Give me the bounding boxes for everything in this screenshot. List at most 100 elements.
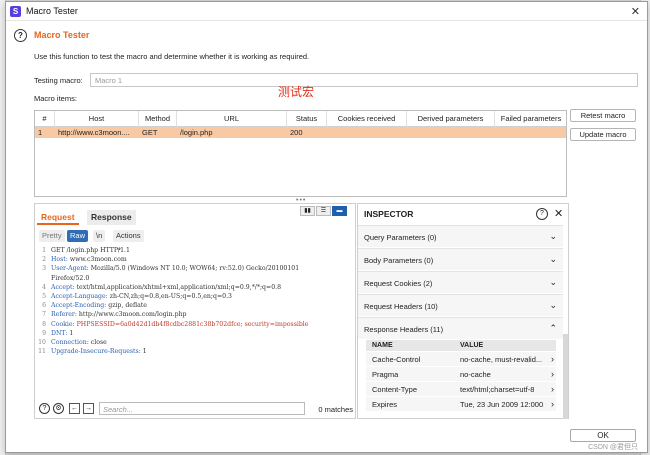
request-pane: Request Response ▮▮ ☰ ▬ Pretty Raw \n Ac…	[34, 203, 356, 419]
close-icon[interactable]: ✕	[631, 5, 640, 18]
testing-macro-field[interactable]: Macro 1	[90, 73, 638, 87]
header-name: Expires	[372, 400, 398, 409]
watermark: CSDN @君但只	[588, 444, 638, 451]
inspector-title: INSPECTOR	[364, 209, 414, 219]
col-header-method[interactable]: Method	[139, 111, 177, 127]
header-value: zh-CN,zh;q=0.8,en-US;q=0.5,en;q=0.3	[109, 292, 232, 300]
single-view-icon[interactable]: ▬	[332, 206, 347, 216]
col-header-name: NAME	[372, 342, 393, 349]
code-line: 8 Cookie: PHPSESSID=6a0d42d1db4f8cdbc2881…	[37, 320, 355, 329]
col-header-failed[interactable]: Failed parameters	[495, 111, 567, 127]
header-key: Cookie:	[51, 320, 77, 328]
request-line-text: GET /login.php HTTP/1.1	[51, 247, 130, 254]
section-body-parameters[interactable]: Body Parameters (0) ⌄	[358, 248, 563, 270]
tab-response[interactable]: Response	[87, 210, 136, 225]
line-number: 10	[38, 338, 46, 346]
col-header-value: VALUE	[460, 342, 484, 349]
code-line: 11 Upgrade-Insecure-Requests: 1	[37, 347, 355, 356]
actions-label: Actions	[116, 231, 141, 240]
retest-macro-button[interactable]: Retest macro	[570, 109, 636, 122]
col-header-cookies[interactable]: Cookies received	[327, 111, 407, 127]
col-header-status[interactable]: Status	[287, 111, 327, 127]
header-row[interactable]: Content-Type text/html;charset=utf-8 ›	[366, 382, 556, 396]
code-line: 6 Accept-Encoding: gzip, deflate	[37, 301, 355, 310]
help-icon[interactable]: ?	[14, 29, 27, 42]
header-key: DNT:	[51, 329, 70, 337]
chevron-right-icon: ›	[551, 399, 554, 409]
code-line: 10 Connection: close	[37, 338, 355, 347]
header-value: Firefox/52.0	[51, 274, 90, 282]
line-number: 7	[42, 311, 46, 319]
section-request-headers[interactable]: Request Headers (10) ⌄	[358, 294, 563, 316]
line-number: 1	[42, 247, 46, 254]
headers-table-header: NAME VALUE	[366, 340, 556, 351]
cell-url: /login.php	[180, 128, 213, 137]
help-icon[interactable]: ?	[536, 208, 548, 220]
split-horizontal-icon[interactable]: ▮▮	[300, 206, 315, 216]
col-header-num[interactable]: #	[35, 111, 55, 127]
header-value: no-cache, must-revalid...	[460, 355, 543, 364]
line-number: 6	[42, 302, 46, 310]
tab-request[interactable]: Request	[37, 210, 79, 225]
cell-host: http://www.c3moon....	[58, 128, 130, 137]
header-row[interactable]: Expires Tue, 23 Jun 2009 12:000... ›	[366, 397, 556, 411]
close-icon[interactable]: ✕	[554, 207, 563, 220]
table-row[interactable]: 1 http://www.c3moon.... GET /login.php 2…	[35, 127, 566, 138]
newline-toggle-button[interactable]: \n	[93, 230, 106, 242]
header-value: Tue, 23 Jun 2009 12:000...	[460, 400, 544, 409]
split-vertical-icon[interactable]: ☰	[316, 206, 331, 216]
raw-button[interactable]: Raw	[67, 230, 89, 242]
section-label: Body Parameters (0)	[364, 256, 434, 265]
page-title: Macro Tester	[34, 30, 90, 40]
search-input[interactable]: Search...	[99, 402, 305, 415]
cell-cookies	[327, 127, 407, 138]
pretty-button[interactable]: Pretty	[39, 230, 65, 242]
header-key: Referer:	[51, 311, 79, 319]
chevron-right-icon: ›	[551, 354, 554, 364]
line-number: 4	[42, 283, 46, 291]
cell-status: 200	[290, 128, 303, 137]
header-key: Accept-Encoding:	[51, 302, 109, 310]
macro-items-table: # Host Method URL Status Cookies receive…	[34, 110, 567, 197]
table-header: # Host Method URL Status Cookies receive…	[35, 111, 566, 127]
header-row[interactable]: Pragma no-cache ›	[366, 367, 556, 381]
header-value: http://www.c3moon.com/login.php	[78, 311, 187, 319]
header-value: text/html,application/xhtml+xml,applicat…	[76, 283, 282, 291]
header-name: Cache-Control	[372, 355, 421, 364]
header-row[interactable]: Cache-Control no-cache, must-revalid... …	[366, 352, 556, 366]
chevron-right-icon: ›	[551, 384, 554, 394]
request-editor[interactable]: 1 GET /login.php HTTP/1.1 2 Host: www.c3moo…	[37, 246, 355, 356]
cell-failed	[495, 127, 567, 138]
col-header-derived[interactable]: Derived parameters	[407, 111, 495, 127]
header-name: Pragma	[372, 370, 399, 379]
section-label: Request Cookies (2)	[364, 279, 433, 288]
code-line: 5 Accept-Language: zh-CN,zh;q=0.8,en-US;q…	[37, 292, 355, 301]
line-number: 9	[42, 329, 46, 337]
header-key: Connection:	[51, 338, 91, 346]
macro-tester-dialog: S Macro Tester ✕ ? Macro Tester Use this…	[5, 1, 648, 453]
header-value: gzip, deflate	[108, 302, 147, 310]
section-label: Response Headers (11)	[364, 325, 444, 334]
arrow-right-icon[interactable]: →	[83, 403, 94, 414]
burp-app-icon: S	[10, 6, 21, 17]
ok-button[interactable]: OK	[570, 429, 636, 442]
macro-items-label: Macro items:	[34, 94, 77, 103]
gear-icon[interactable]: ⚙	[53, 403, 64, 414]
header-value: Mozilla/5.0 (Windows NT 10.0; WOW64; rv:…	[90, 265, 300, 273]
section-request-cookies[interactable]: Request Cookies (2) ⌄	[358, 271, 563, 293]
section-response-headers[interactable]: Response Headers (11) ⌃	[358, 317, 563, 339]
chevron-right-icon: ›	[551, 369, 554, 379]
help-icon[interactable]: ?	[39, 403, 50, 414]
code-line: 2 Host: www.c3moon.com	[37, 255, 355, 264]
section-query-parameters[interactable]: Query Parameters (0) ⌄	[358, 225, 563, 247]
actions-dropdown[interactable]: Actions ⌄	[113, 230, 144, 252]
description-text: Use this function to test the macro and …	[34, 52, 310, 61]
update-macro-button[interactable]: Update macro	[570, 128, 636, 141]
col-header-host[interactable]: Host	[55, 111, 139, 127]
inspector-scrollbar[interactable]	[563, 334, 568, 419]
line-number: 5	[42, 292, 46, 300]
col-header-url[interactable]: URL	[177, 111, 287, 127]
annotation-text: 测试宏	[278, 85, 315, 99]
arrow-left-icon[interactable]: ←	[69, 403, 80, 414]
inspector-panel: INSPECTOR ? ✕ Query Parameters (0) ⌄ Bod…	[357, 203, 569, 419]
